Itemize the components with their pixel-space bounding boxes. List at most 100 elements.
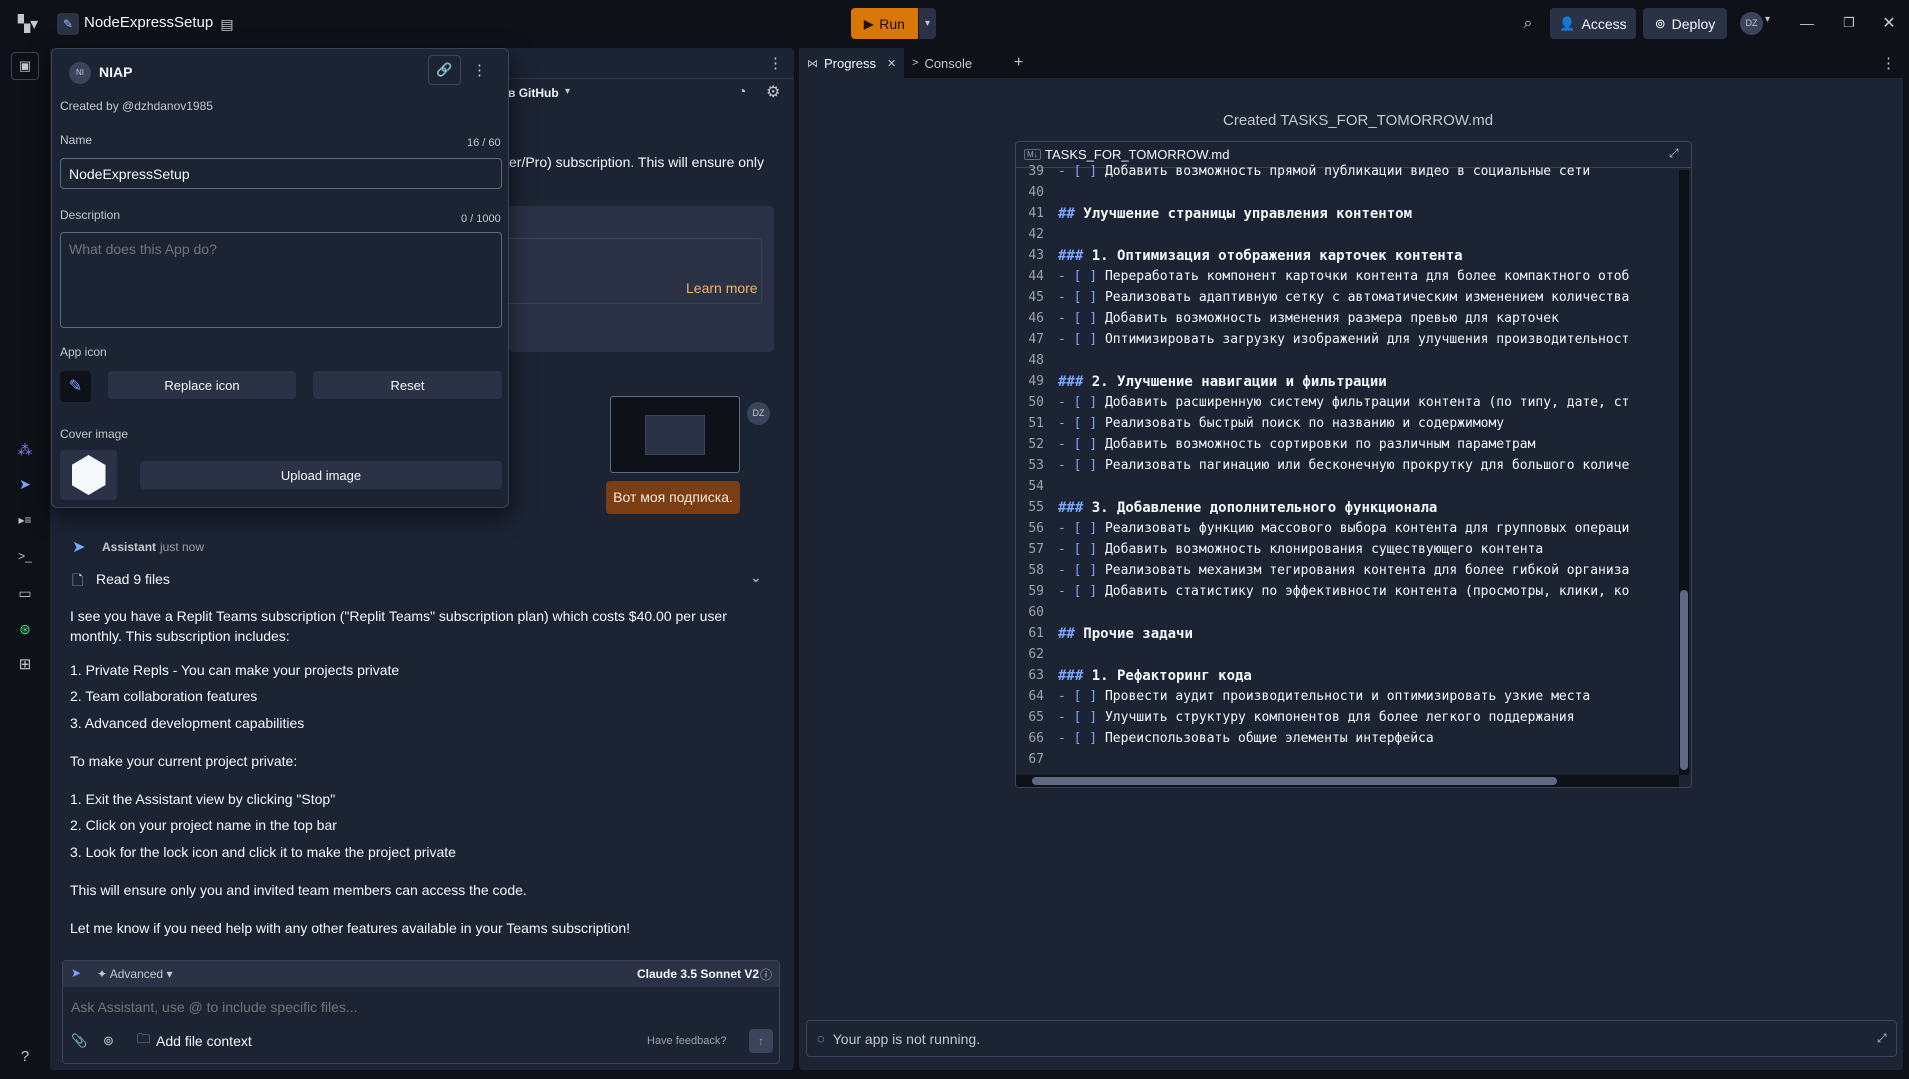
vertical-scrollbar[interactable] bbox=[1679, 170, 1689, 775]
horizontal-scrollbar[interactable] bbox=[1016, 775, 1679, 787]
add-file-context-button[interactable]: 🗀 Add file context bbox=[137, 1031, 252, 1051]
access-label: Access bbox=[1581, 15, 1627, 32]
app-icon-preview: ✎ bbox=[60, 371, 91, 402]
assistant-avatar-icon: ➤ bbox=[72, 539, 86, 556]
run-button[interactable]: ▶ Run bbox=[851, 8, 918, 39]
search-icon[interactable]: ⌕ bbox=[1517, 13, 1539, 35]
more-icon[interactable]: ⋮ bbox=[472, 61, 487, 79]
line-text: - [ ] Добавить возможность сортировки по… bbox=[1058, 437, 1536, 452]
h-scrollbar-thumb[interactable] bbox=[1032, 777, 1557, 785]
code-line: 49 ### 2. Улучшение навигации и фильтраци… bbox=[1016, 371, 1678, 392]
github-chevron-icon[interactable]: ▾ bbox=[565, 86, 570, 97]
deploy-rail-icon[interactable]: ⊛ bbox=[13, 617, 37, 641]
minimize-icon[interactable]: — bbox=[1796, 12, 1818, 34]
close-window-icon[interactable]: ✕ bbox=[1878, 12, 1900, 34]
code-line: 68### 2. Тестирование и отладка bbox=[1016, 770, 1678, 771]
line-text: - [ ] Провести аудит производительности … bbox=[1058, 689, 1591, 704]
composer-toolbar: ➤ ✦ Advanced ▾ Claude 3.5 Sonnet V2 ⓘ bbox=[63, 961, 779, 987]
line-text: - [ ] Добавить расширенную систему фильт… bbox=[1058, 395, 1630, 410]
project-menu-icon[interactable]: ▤ bbox=[216, 13, 238, 35]
all-tools-icon[interactable]: ⊞ bbox=[13, 652, 37, 676]
deploy-button[interactable]: ⊚ Deploy bbox=[1643, 8, 1727, 39]
send-button[interactable]: ↑ bbox=[749, 1029, 773, 1053]
apps-grid-icon[interactable]: ⁂ bbox=[13, 438, 37, 462]
line-text: ### 2. Улучшение навигации и фильтрации bbox=[1058, 373, 1387, 390]
code-line: 65 - [ ] Улучшить структуру компонентов д… bbox=[1016, 707, 1678, 728]
status-text: Your app is not running. bbox=[832, 1030, 981, 1047]
line-text: - [ ] Реализовать быстрый поиск по назва… bbox=[1058, 416, 1505, 431]
cover-image-label: Cover image bbox=[60, 427, 129, 441]
description-field[interactable] bbox=[60, 232, 502, 328]
avatar-chevron-icon[interactable]: ▾ bbox=[1765, 14, 1770, 25]
settings-icon[interactable]: ⚙ bbox=[766, 82, 780, 102]
console-icon[interactable]: ▸≡ bbox=[13, 508, 37, 532]
left-rail: ▣ ⁂ ➤ ▸≡ >_ ▭ ⊛ ⊞ ? bbox=[0, 48, 48, 1079]
upload-image-button[interactable]: Upload image bbox=[140, 461, 502, 489]
help-icon[interactable]: ? bbox=[13, 1044, 37, 1068]
restore-icon[interactable]: ❐ bbox=[1838, 12, 1860, 34]
tabs-menu-icon[interactable]: ⋮ bbox=[1881, 54, 1896, 72]
line-text: - [ ] Реализовать адаптивную сетку с авт… bbox=[1058, 290, 1630, 305]
list-item: 3. Look for the lock icon and click it t… bbox=[70, 844, 456, 860]
description-label: Description bbox=[60, 208, 121, 222]
read-files-row[interactable]: 🗋 Read 9 files ⌄ bbox=[72, 569, 772, 591]
line-text: ### 1. Оптимизация отображения карточек … bbox=[1058, 247, 1463, 264]
avatar[interactable]: DZ bbox=[1740, 12, 1763, 35]
new-tab-icon[interactable]: + bbox=[1014, 54, 1023, 72]
files-icon[interactable]: ▣ bbox=[11, 52, 39, 80]
list-item: 1. Private Repls - You can make your pro… bbox=[70, 662, 400, 678]
shell-icon[interactable]: >_ bbox=[13, 544, 37, 568]
open-new-window-icon[interactable]: ⤢ bbox=[1877, 1031, 1887, 1046]
replace-icon-button[interactable]: Replace icon bbox=[108, 371, 296, 399]
line-text: ### 3. Добавление дополнительного функци… bbox=[1058, 499, 1438, 516]
model-selector[interactable]: Claude 3.5 Sonnet V2 bbox=[637, 967, 759, 981]
line-text: ### 1. Рефакторинг кода bbox=[1058, 667, 1252, 684]
gauge-icon[interactable]: ◔ bbox=[738, 83, 746, 99]
tab-progress[interactable]: ⋈ Progress ✕ bbox=[799, 48, 902, 78]
app-status-bar: ◌ Your app is not running. ⤢ bbox=[806, 1020, 1897, 1057]
link-icon[interactable]: 🔗 bbox=[428, 55, 461, 85]
feedback-link[interactable]: Have feedback? bbox=[647, 1035, 727, 1047]
name-field[interactable] bbox=[60, 158, 502, 189]
line-number: 43 bbox=[1028, 248, 1044, 263]
code-view: 39 - [ ] Добавить возможность прямой публ… bbox=[1016, 161, 1678, 771]
close-tab-icon[interactable]: ✕ bbox=[887, 57, 896, 70]
replit-logo-icon[interactable]: ▚▾ bbox=[16, 13, 40, 35]
learn-more-link[interactable]: Learn more bbox=[686, 280, 758, 296]
code-line: 60 bbox=[1016, 602, 1678, 623]
mention-icon[interactable]: ⊚ bbox=[103, 1033, 114, 1049]
expand-icon[interactable]: ⤢ bbox=[1669, 146, 1679, 161]
user-avatar: DZ bbox=[747, 402, 770, 425]
assistant-input[interactable] bbox=[71, 995, 771, 1019]
line-number: 48 bbox=[1028, 353, 1044, 368]
line-text: - [ ] Реализовать механизм тегирования к… bbox=[1058, 563, 1630, 578]
webview-icon[interactable]: ▭ bbox=[13, 581, 37, 605]
line-text: - [ ] Переиспользовать общие элементы ин… bbox=[1058, 731, 1434, 746]
line-number: 55 bbox=[1028, 500, 1044, 515]
run-options-button[interactable]: ▾ bbox=[919, 8, 936, 39]
expand-chevron-icon[interactable]: ⌄ bbox=[750, 569, 762, 586]
code-line: 41 ## Улучшение страницы управления конте… bbox=[1016, 203, 1678, 224]
code-line: 61 ## Прочие задачи bbox=[1016, 623, 1678, 644]
line-number: 53 bbox=[1028, 458, 1044, 473]
app-icon-label: App icon bbox=[60, 345, 107, 359]
more-options-icon[interactable]: ⋮ bbox=[768, 54, 783, 72]
github-label[interactable]: в GitHub bbox=[508, 86, 559, 100]
tab-console[interactable]: > Console bbox=[904, 48, 1004, 78]
attached-screenshot[interactable] bbox=[610, 396, 740, 473]
assistant-icon[interactable]: ➤ bbox=[13, 472, 37, 496]
code-line: 43 ### 1. Оптимизация отображения карточе… bbox=[1016, 245, 1678, 266]
play-icon: ▶ bbox=[864, 16, 874, 31]
code-line: 42 bbox=[1016, 224, 1678, 245]
line-number: 47 bbox=[1028, 332, 1044, 347]
list-item: 1. Exit the Assistant view by clicking "… bbox=[70, 791, 336, 807]
attach-icon[interactable]: 📎 bbox=[71, 1033, 87, 1049]
reset-button[interactable]: Reset bbox=[313, 371, 502, 399]
info-icon[interactable]: ⓘ bbox=[760, 966, 772, 983]
project-name[interactable]: NodeExpressSetup bbox=[84, 14, 213, 31]
line-number: 52 bbox=[1028, 437, 1044, 452]
line-text: - [ ] Реализовать функцию массового выбо… bbox=[1058, 521, 1630, 536]
access-button[interactable]: 👤 Access bbox=[1550, 8, 1636, 39]
scrollbar-thumb[interactable] bbox=[1680, 590, 1688, 770]
mode-selector[interactable]: ✦ Advanced ▾ bbox=[97, 967, 172, 981]
